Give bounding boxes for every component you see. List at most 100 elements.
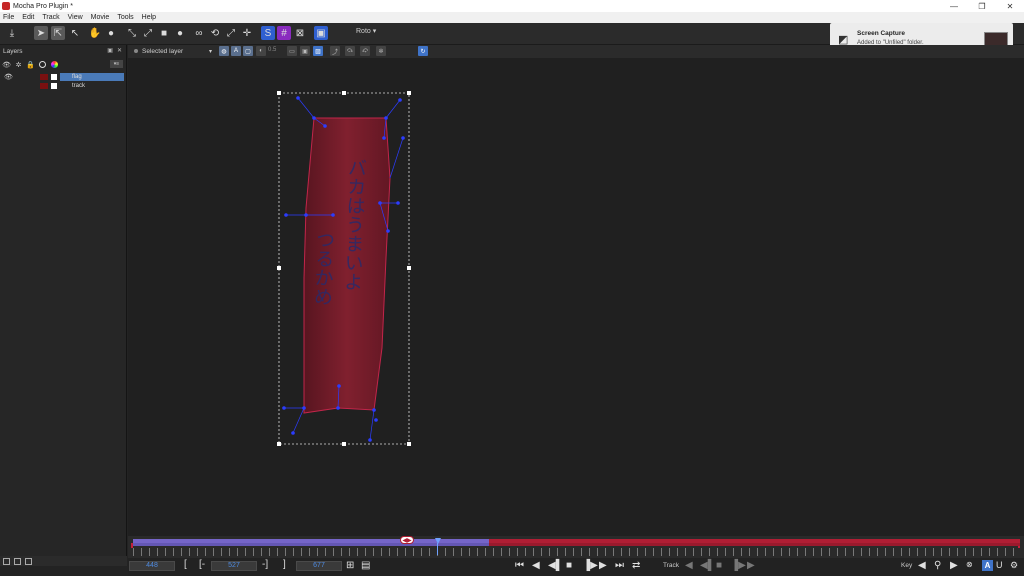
unique-icon[interactable]: U (996, 560, 1003, 570)
step-forward-icon[interactable]: ▐▶ (583, 560, 598, 571)
color-icon[interactable]: ◐ (256, 46, 266, 56)
track-stop-icon[interactable]: ■ (716, 560, 722, 571)
delete-layer-icon[interactable] (25, 557, 32, 565)
color-wheel-icon[interactable] (51, 61, 58, 68)
lock-icon[interactable]: 🔒 (26, 61, 35, 69)
add-point-icon[interactable]: ↖ (68, 26, 82, 40)
show-text-icon[interactable]: A (231, 46, 241, 56)
circle-icon[interactable]: ● (173, 26, 187, 40)
layers-menu-button[interactable]: ▾≡ (110, 60, 123, 68)
panel-close-icon[interactable]: ✕ (117, 47, 122, 54)
restore-button[interactable]: ❐ (968, 0, 996, 12)
selected-layer-dropdown[interactable]: Selected layer ▾ (134, 46, 212, 56)
duplicate-layer-icon[interactable] (14, 557, 21, 565)
window-controls: — ❐ ✕ (940, 0, 1024, 12)
add-key-icon[interactable]: ⚲ (934, 560, 941, 571)
bracket-left[interactable]: [ (184, 559, 187, 570)
minimize-button[interactable]: — (940, 0, 968, 12)
roto-dropdown[interactable]: Roto ▾ (356, 27, 376, 35)
layers-panel-title: Layers (3, 48, 23, 55)
layer-active-checkbox[interactable] (51, 73, 57, 80)
spline-bezier-icon[interactable]: ⤡ (125, 26, 139, 40)
spline-xspline-icon[interactable]: ⤢ (141, 26, 155, 40)
goto-start-icon[interactable]: ⏮ (515, 560, 524, 571)
outline-icon[interactable]: ▢ (243, 46, 253, 56)
viewer-canvas[interactable]: バカはうまいよ つるかめ (128, 58, 1024, 536)
opacity-value: 0.5 (268, 47, 277, 53)
save-icon[interactable]: ⤓ (5, 26, 19, 40)
layers-header: 👁 ✲ 🔒 (2, 61, 58, 69)
visibility-icon[interactable]: 👁 (2, 61, 11, 69)
layer-row-track[interactable]: track (0, 81, 126, 90)
menu-file[interactable]: File (3, 14, 14, 21)
in-frame-field[interactable]: 448 (129, 561, 175, 571)
stop-icon[interactable]: ■ (566, 560, 572, 571)
gear-icon[interactable]: ✲ (15, 61, 22, 69)
layer-row-flag[interactable]: 👁 flag (0, 72, 126, 81)
settings-icon[interactable]: ✲ (376, 46, 386, 56)
refresh-icon[interactable]: ↻ (418, 46, 428, 56)
view-c-icon[interactable]: ▨ (313, 46, 323, 56)
zoom-icon[interactable]: ● (104, 26, 118, 40)
select-point-icon[interactable]: ⇱ (51, 26, 65, 40)
loop-icon[interactable]: ⇄ (632, 560, 640, 571)
view-b-icon[interactable]: ▣ (300, 46, 310, 56)
fit-icon[interactable]: ▣ (314, 26, 328, 40)
layer-visibility-icon[interactable]: 👁 (4, 73, 13, 81)
show-mattes-icon[interactable]: ◍ (219, 46, 229, 56)
track-forward-icon[interactable]: ▶ (747, 560, 755, 571)
grid-icon[interactable]: # (277, 26, 291, 40)
track-step-forward-icon[interactable]: ▐▶ (731, 560, 746, 571)
autokey-button[interactable]: A (982, 560, 993, 571)
layer-color-chip[interactable] (40, 82, 48, 89)
menu-help[interactable]: Help (142, 14, 156, 21)
align-icon[interactable]: ⊠ (293, 26, 307, 40)
scale-icon[interactable]: ⤢ (224, 26, 238, 40)
close-button[interactable]: ✕ (996, 0, 1024, 12)
rect-icon[interactable]: ■ (157, 26, 171, 40)
link-icon[interactable]: ∞ (192, 26, 206, 40)
layer-dot-icon (134, 49, 138, 53)
layer-active-checkbox[interactable] (51, 82, 57, 89)
set-out-button[interactable]: -] (262, 559, 268, 570)
track-step-back-icon[interactable]: ◀▌ (700, 560, 715, 571)
playhead-handle[interactable]: ◀▶ (400, 536, 414, 544)
undock-icon[interactable]: ▣ (107, 47, 113, 54)
notification-title: Screen Capture (857, 30, 906, 37)
track-backward-icon[interactable]: ◀ (685, 560, 693, 571)
track-bwd-icon[interactable]: ⤽ (360, 46, 370, 56)
goto-end-icon[interactable]: ⏭ (615, 560, 624, 571)
prev-key-icon[interactable]: ◀ (918, 560, 926, 571)
delete-all-keys-icon[interactable]: ⊗ (966, 560, 973, 569)
bracket-right[interactable]: ] (283, 559, 286, 570)
set-in-button[interactable]: [- (199, 559, 205, 570)
track-fwd-icon[interactable]: ⤼ (345, 46, 355, 56)
mocha-app: Mocha Pro Plugin * — ❐ ✕ File Edit Track… (0, 0, 1024, 576)
clip-icon[interactable]: ⊞ (346, 560, 354, 571)
menu-movie[interactable]: Movie (91, 14, 110, 21)
pan-hand-icon[interactable]: ✋ (88, 26, 102, 40)
stabilize-icon[interactable]: ⤴ (330, 46, 340, 56)
matte-icon[interactable] (39, 61, 46, 68)
cache-icon[interactable]: ▤ (361, 560, 370, 571)
add-layer-icon[interactable] (3, 557, 10, 565)
play-backward-icon[interactable]: ◀ (532, 560, 540, 571)
next-key-icon[interactable]: ▶ (950, 560, 958, 571)
menu-track[interactable]: Track (42, 14, 59, 21)
view-a-icon[interactable]: ▭ (287, 46, 297, 56)
surface-icon[interactable]: S (261, 26, 275, 40)
step-back-icon[interactable]: ◀▌ (548, 560, 563, 571)
menu-tools[interactable]: Tools (117, 14, 133, 21)
layers-panel-buttons: ▣ ✕ (107, 47, 122, 54)
move-icon[interactable]: ✛ (240, 26, 254, 40)
current-frame-field[interactable]: 527 (211, 561, 257, 571)
out-frame-field[interactable]: 677 (296, 561, 342, 571)
key-settings-icon[interactable]: ⚙ (1010, 560, 1018, 571)
transform-icon[interactable]: ⟲ (208, 26, 222, 40)
menu-view[interactable]: View (68, 14, 83, 21)
layer-color-chip[interactable] (40, 73, 48, 80)
play-forward-icon[interactable]: ▶ (599, 560, 607, 571)
select-icon[interactable]: ➤ (34, 26, 48, 40)
app-logo-icon (2, 2, 10, 10)
menu-edit[interactable]: Edit (22, 14, 34, 21)
